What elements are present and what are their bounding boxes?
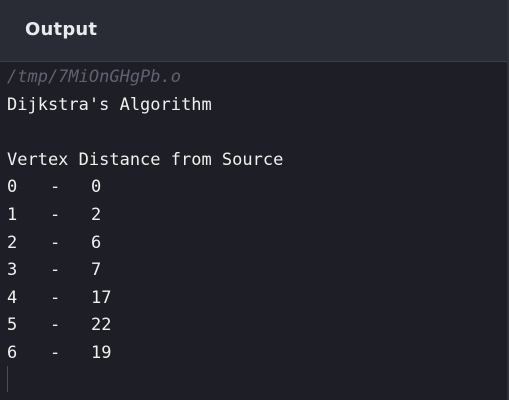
vertex-value: 3	[7, 260, 18, 281]
vertex-value: 2	[7, 232, 18, 253]
table-row: 6 - 19	[7, 340, 502, 368]
separator: -	[50, 260, 61, 281]
output-header: Output	[0, 0, 509, 62]
table-row: 2 - 6	[7, 230, 502, 258]
separator: -	[50, 177, 61, 198]
output-title: Output	[25, 19, 98, 40]
distance-value: 7	[91, 260, 102, 281]
vertex-value: 4	[7, 287, 18, 308]
vertex-value: 5	[7, 315, 18, 336]
separator: -	[50, 232, 61, 253]
table-row: 1 - 2	[7, 202, 502, 230]
table-row: 3 - 7	[7, 257, 502, 285]
table-row: 4 - 17	[7, 285, 502, 313]
output-file-path: /tmp/7MiOnGHgPb.o	[7, 67, 181, 87]
table-row: 0 - 0	[7, 174, 502, 202]
separator: -	[50, 287, 61, 308]
algorithm-heading: Dijkstra's Algorithm	[7, 94, 212, 115]
separator: -	[50, 204, 61, 225]
output-panel: Output /tmp/7MiOnGHgPb.o Dijkstra's Algo…	[0, 0, 509, 400]
separator: -	[50, 315, 61, 336]
console-output[interactable]: /tmp/7MiOnGHgPb.o Dijkstra's Algorithm V…	[7, 64, 502, 394]
vertex-value: 6	[7, 342, 18, 363]
vertex-value: 1	[7, 204, 18, 225]
text-cursor	[7, 366, 8, 392]
distance-value: 2	[91, 204, 102, 225]
table-header: Vertex Distance from Source	[7, 149, 284, 170]
distance-value: 19	[91, 342, 112, 363]
vertex-value: 0	[7, 177, 18, 198]
distance-value: 17	[91, 287, 112, 308]
distance-value: 6	[91, 232, 102, 253]
distance-value: 22	[91, 315, 112, 336]
distance-value: 0	[91, 177, 102, 198]
separator: -	[50, 342, 61, 363]
table-row: 5 - 22	[7, 312, 502, 340]
